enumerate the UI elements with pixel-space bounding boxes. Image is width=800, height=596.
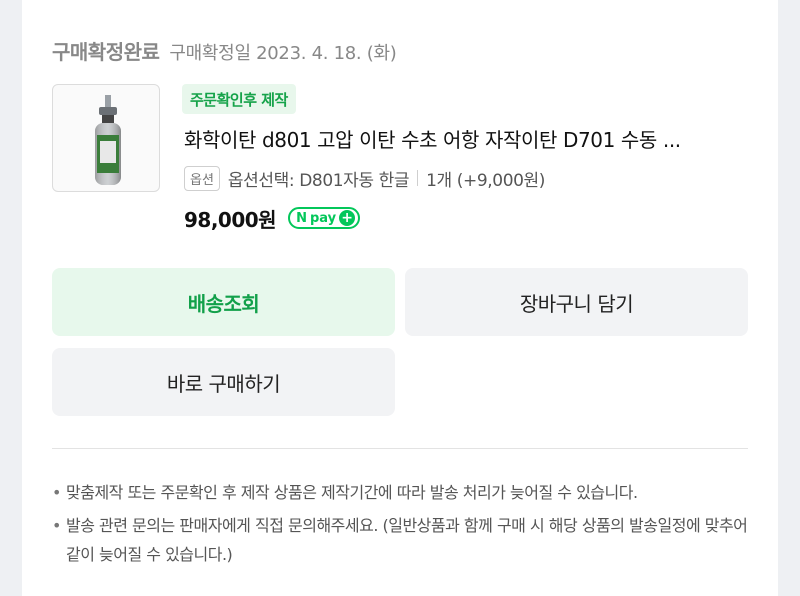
confirm-date: 구매확정일 2023. 4. 18. (화): [169, 43, 397, 64]
order-header: 구매확정완료 구매확정일 2023. 4. 18. (화): [52, 36, 397, 66]
option-badge: 옵션: [184, 165, 220, 191]
npay-n-icon: N: [296, 210, 307, 226]
npay-plus-badge: N pay +: [288, 207, 361, 229]
product-title[interactable]: 화학이탄 d801 고압 이탄 수초 어항 자작이탄 D701 수동 ...: [184, 124, 752, 154]
notice-item: 맞춤제작 또는 주문확인 후 제작 상품은 제작기간에 따라 발송 처리가 늦어…: [52, 478, 752, 507]
buy-now-button[interactable]: 바로 구매하기: [52, 348, 395, 416]
plus-icon: +: [339, 210, 356, 226]
product-price: 98,000원: [184, 207, 277, 232]
option-divider: [417, 170, 419, 186]
co2-cylinder-image: [95, 95, 121, 185]
notice-list: 맞춤제작 또는 주문확인 후 제작 상품은 제작기간에 따라 발송 처리가 늦어…: [52, 478, 752, 573]
add-to-cart-button[interactable]: 장바구니 담기: [405, 268, 748, 336]
section-divider: [52, 448, 748, 449]
option-row: 옵션 옵션선택: D801자동 한글 1개 (+9,000원): [184, 164, 545, 192]
quantity-text: 1개 (+9,000원): [426, 170, 546, 191]
notice-item: 발송 관련 문의는 판매자에게 직접 문의해주세요. (일반상품과 함께 구매 …: [52, 511, 752, 569]
order-status: 구매확정완료: [52, 40, 160, 64]
track-delivery-button[interactable]: 배송조회: [52, 268, 395, 336]
price-row: 98,000원 N pay +: [184, 203, 361, 233]
option-text: 옵션선택: D801자동 한글: [227, 170, 410, 191]
product-thumbnail[interactable]: [52, 84, 160, 192]
npay-label: pay: [309, 210, 337, 226]
made-to-order-tag: 주문확인후 제작: [182, 84, 296, 114]
order-card: 구매확정완료 구매확정일 2023. 4. 18. (화) 주문확인후 제작 화…: [22, 0, 778, 596]
